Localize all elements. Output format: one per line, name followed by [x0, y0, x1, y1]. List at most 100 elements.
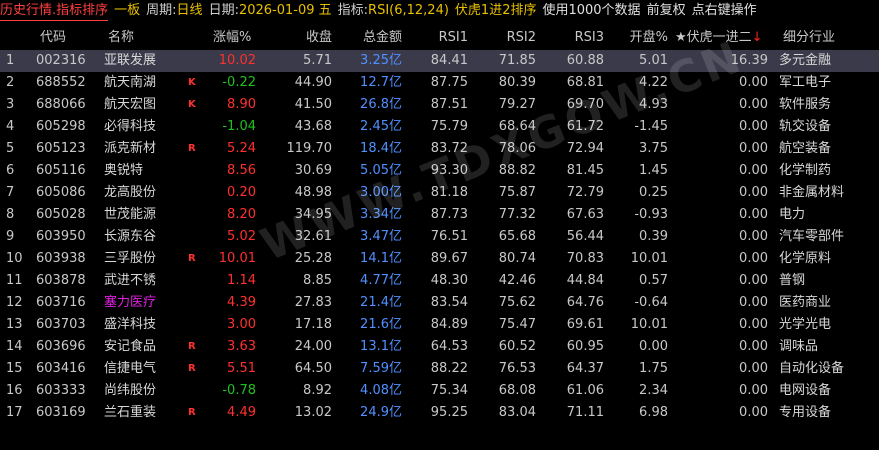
table-row[interactable]: 8 605028 世茂能源 8.20 34.95 3.34亿 87.73 77.32 67.63…: [0, 204, 879, 226]
cell-rsi2: 83.04: [498, 405, 536, 420]
cell-idx: 8: [6, 207, 15, 222]
cell-open: 2.34: [639, 383, 668, 398]
cell-amount: 2.45亿: [360, 119, 402, 134]
cell-rsi2: 78.06: [498, 141, 536, 156]
cell-close: 5.71: [303, 53, 332, 68]
cell-rsi2: 79.27: [498, 97, 536, 112]
window-title-tab[interactable]: 历史行情.指标排序: [0, 2, 109, 21]
cell-change: 3.63: [227, 339, 256, 354]
table-row[interactable]: 1 002316 亚联发展 10.02 5.71 3.25亿 84.41 71.85 60.88…: [0, 50, 879, 72]
cell-name: 派克新材: [104, 141, 157, 156]
cell-code: 603716: [36, 295, 86, 310]
cell-industry: 军工电子: [779, 75, 832, 90]
col-code[interactable]: 代码: [40, 27, 66, 49]
col-change[interactable]: 涨幅%: [213, 27, 251, 49]
cell-change: 10.01: [218, 251, 256, 266]
col-rsi3[interactable]: RSI3: [556, 27, 604, 49]
cell-name: 塞力医疗: [104, 295, 157, 310]
cell-name: 航天南湖: [104, 75, 157, 90]
cell-rsi2: 80.74: [498, 251, 536, 266]
sort-description[interactable]: 伏虎1进2排序: [455, 0, 537, 22]
table-row[interactable]: 13 603703 盛洋科技 3.00 17.18 21.6亿 84.89 75.47 69.6…: [0, 314, 879, 336]
cell-name: 奥锐特: [104, 163, 144, 178]
cell-rsi1: 76.51: [430, 229, 468, 244]
col-rsi1[interactable]: RSI1: [420, 27, 468, 49]
table-row[interactable]: 2 688552 航天南湖 K -0.22 44.90 12.7亿 87.75 80.39 68.…: [0, 72, 879, 94]
cell-rsi3: 67.63: [566, 207, 604, 222]
cell-rsi1: 95.25: [430, 405, 468, 420]
cell-fuhu: 0.00: [739, 229, 768, 244]
date-label: 日期:: [208, 3, 239, 18]
cell-idx: 1: [6, 53, 15, 68]
cell-rsi1: 48.30: [430, 273, 468, 288]
indicator-value[interactable]: RSI(6,12,24): [368, 0, 449, 22]
cell-close: 43.68: [294, 119, 332, 134]
col-name[interactable]: 名称: [108, 27, 134, 49]
cell-open: 10.01: [630, 317, 668, 332]
cell-industry: 化学制药: [779, 163, 832, 178]
table-row[interactable]: 12 603716 塞力医疗 4.39 27.83 21.4亿 83.54 75.62 64.7…: [0, 292, 879, 314]
cell-idx: 2: [6, 75, 15, 90]
cell-close: 119.70: [286, 141, 333, 156]
cell-fuhu: 0.00: [739, 251, 768, 266]
cell-code: 688066: [36, 97, 86, 112]
board-selector[interactable]: 一板: [114, 0, 140, 22]
cell-amount: 21.6亿: [360, 317, 402, 332]
cell-change: -0.78: [222, 383, 256, 398]
table-row[interactable]: 9 603950 长源东谷 5.02 32.61 3.47亿 76.51 65.68 56.44…: [0, 226, 879, 248]
cell-industry: 医药商业: [779, 295, 832, 310]
cell-rsi3: 44.84: [566, 273, 604, 288]
table-row[interactable]: 16 603333 尚纬股份 -0.78 8.92 4.08亿 75.34 68.08 61.0…: [0, 380, 879, 402]
cell-name: 武进不锈: [104, 273, 157, 288]
cell-fuhu: 0.00: [739, 207, 768, 222]
table-row[interactable]: 3 688066 航天宏图 K 8.90 41.50 26.8亿 87.51 79.27 69.7…: [0, 94, 879, 116]
data-count-info: 使用1000个数据: [542, 3, 641, 18]
cell-rsi2: 68.64: [498, 119, 536, 134]
table-row[interactable]: 6 605116 奥锐特 8.56 30.69 5.05亿 93.30 88.82 81.45 1…: [0, 160, 879, 182]
cell-rsi3: 56.44: [566, 229, 604, 244]
adjust-mode[interactable]: 前复权: [647, 0, 686, 22]
cell-fuhu: 0.00: [739, 141, 768, 156]
cell-rsi2: 65.68: [498, 229, 536, 244]
cell-open: 3.75: [639, 141, 668, 156]
table-row[interactable]: 15 603416 信捷电气 R 5.51 64.50 7.59亿 88.22 76.53 64.…: [0, 358, 879, 380]
cell-rsi1: 75.79: [430, 119, 468, 134]
col-amount[interactable]: 总金额: [340, 27, 402, 49]
cell-rsi1: 84.41: [430, 53, 468, 68]
table-row[interactable]: 14 603696 安记食品 R 3.63 24.00 13.1亿 64.53 60.52 60.…: [0, 336, 879, 358]
cell-rsi1: 87.73: [430, 207, 468, 222]
cell-code: 603950: [36, 229, 86, 244]
cell-open: -0.93: [634, 207, 668, 222]
cell-flag: R: [188, 407, 196, 418]
cell-idx: 6: [6, 163, 15, 178]
cell-name: 盛洋科技: [104, 317, 157, 332]
table-row[interactable]: 5 605123 派克新材 R 5.24 119.70 18.4亿 83.72 78.06 72.…: [0, 138, 879, 160]
col-rsi2[interactable]: RSI2: [488, 27, 536, 49]
cell-fuhu: 0.00: [739, 97, 768, 112]
date-value[interactable]: 2026-01-09 五: [239, 0, 332, 22]
col-fuhu[interactable]: ★伏虎一进二↓: [675, 27, 763, 49]
table-row[interactable]: 11 603878 武进不锈 1.14 8.85 4.77亿 48.30 42.46 44.84…: [0, 270, 879, 292]
cell-change: -1.04: [222, 119, 256, 134]
cell-close: 27.83: [294, 295, 332, 310]
cell-idx: 12: [6, 295, 23, 310]
cell-rsi3: 69.61: [566, 317, 604, 332]
table-row[interactable]: 4 605298 必得科技 -1.04 43.68 2.45亿 75.79 68.64 61.7…: [0, 116, 879, 138]
cell-close: 8.85: [303, 273, 332, 288]
cell-industry: 专用设备: [779, 405, 832, 420]
cell-open: 0.00: [639, 339, 668, 354]
cell-rsi2: 80.39: [498, 75, 536, 90]
table-row[interactable]: 7 605086 龙高股份 0.20 48.98 3.00亿 81.18 75.87 72.79…: [0, 182, 879, 204]
table-row[interactable]: 17 603169 兰石重装 R 4.49 13.02 24.9亿 95.25 83.04 71.…: [0, 402, 879, 424]
cell-name: 尚纬股份: [104, 383, 157, 398]
col-industry[interactable]: 细分行业: [783, 27, 835, 49]
cell-fuhu: 0.00: [739, 119, 768, 134]
cell-rsi3: 72.79: [566, 185, 604, 200]
col-close[interactable]: 收盘: [280, 27, 332, 49]
cell-idx: 7: [6, 185, 15, 200]
cell-close: 8.92: [303, 383, 332, 398]
table-row[interactable]: 10 603938 三孚股份 R 10.01 25.28 14.1亿 89.67 80.74 70…: [0, 248, 879, 270]
col-open[interactable]: 开盘%: [620, 27, 668, 49]
cell-fuhu: 16.39: [730, 53, 768, 68]
period-value[interactable]: 日线: [177, 0, 203, 22]
